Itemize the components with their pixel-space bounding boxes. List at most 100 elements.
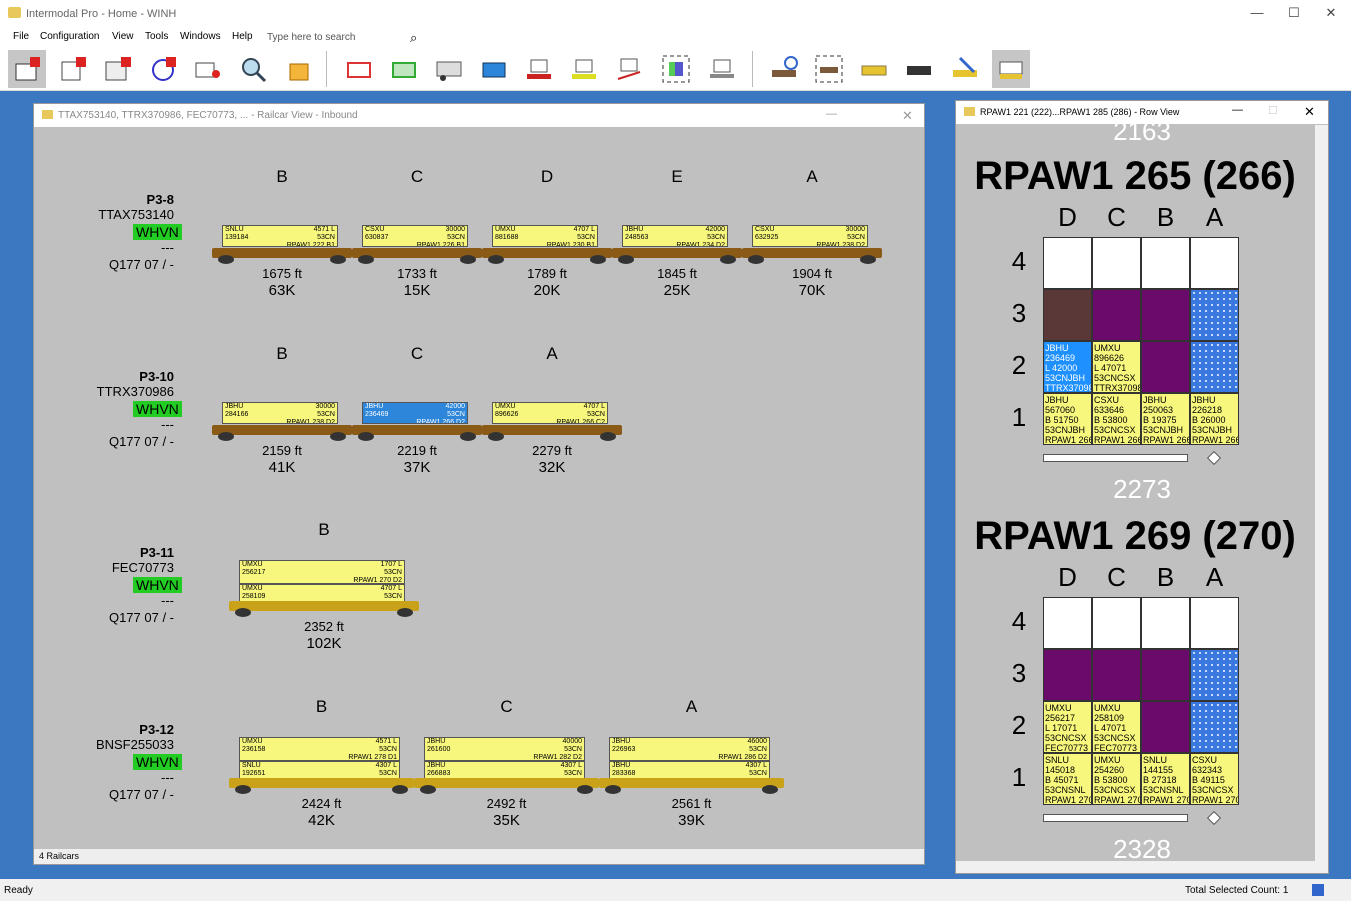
slot-cell[interactable] (1190, 237, 1239, 289)
row-view-window[interactable]: RPAW1 221 (222)...RPAW1 285 (286) - Row … (955, 100, 1329, 874)
slot-cell[interactable] (1141, 701, 1190, 753)
railcar-clock-icon[interactable] (765, 50, 803, 88)
railcar-platform[interactable] (414, 778, 599, 788)
container-yellow-icon[interactable] (565, 50, 603, 88)
slot-cell[interactable]: UMXU 896626 L 47071 53CNCSX TTRX370986 A… (1092, 341, 1141, 393)
container[interactable]: UMXU 896626 4707 L 53CN RPAW1 266 C2 (492, 402, 608, 424)
container-select-icon[interactable] (657, 50, 695, 88)
search-input[interactable]: Type here to search (263, 29, 425, 46)
container-p-icon[interactable] (8, 50, 46, 88)
container[interactable]: JBHU 226963 46000 53CN RPAW1 286 D2 (609, 737, 770, 761)
slot-cell[interactable] (1190, 649, 1239, 701)
slot-cell[interactable] (1092, 289, 1141, 341)
container[interactable]: UMXU 256217 1707 L 53CN RPAW1 270 D2 (239, 560, 405, 584)
map-pin-icon[interactable] (189, 50, 227, 88)
railcar-minimize-button[interactable]: — (826, 108, 837, 120)
track-label: P3-10 (139, 369, 174, 384)
maximize-button[interactable]: ☐ (1284, 5, 1304, 23)
container[interactable]: UMXU 881688 4707 L 53CN RPAW1 230 B1 (492, 225, 598, 247)
slot-cell[interactable] (1141, 237, 1190, 289)
railcar-select-icon[interactable] (810, 50, 848, 88)
menu-file[interactable]: File (13, 31, 29, 42)
menu-help[interactable]: Help (232, 31, 253, 42)
slot-cell[interactable] (1092, 237, 1141, 289)
wheel (488, 255, 504, 264)
wheel (358, 432, 374, 441)
menu-tools[interactable]: Tools (145, 31, 168, 42)
container[interactable]: SNLU 139184 4571 L 53CN RPAW1 222 B1 (222, 225, 338, 247)
slot-cell[interactable]: SNLU 145018 B 45071 53CNSNL RPAW1 270 D … (1043, 753, 1092, 805)
row-horizontal-scrollbar[interactable] (956, 861, 1315, 873)
slot-cell[interactable]: UMXU 254260 B 53800 53CNCSX RPAW1 270 C … (1092, 753, 1141, 805)
menu-configuration[interactable]: Configuration (40, 31, 99, 42)
railcar-p-icon[interactable] (54, 50, 92, 88)
trailer-icon[interactable] (430, 50, 468, 88)
slot-cell[interactable]: UMXU 258109 L 47071 53CNCSX FEC70773 B B (1092, 701, 1141, 753)
car-id: TTAX753140 (98, 207, 174, 222)
container-red-icon[interactable] (340, 50, 378, 88)
container-red-flat-icon[interactable] (520, 50, 558, 88)
wheel (605, 785, 621, 794)
search-icon[interactable]: ⌕ (410, 30, 417, 46)
row-maximize-button[interactable]: ☐ (1268, 104, 1278, 117)
slot-cell[interactable] (1190, 341, 1239, 393)
slot-cell[interactable] (1141, 649, 1190, 701)
chassis-icon[interactable] (703, 50, 741, 88)
menu-windows[interactable]: Windows (180, 31, 221, 42)
double-stack-p-icon[interactable] (99, 50, 137, 88)
truck-yellow-icon[interactable] (855, 50, 893, 88)
railcar-platform[interactable] (229, 778, 414, 788)
slot-cell[interactable] (1141, 597, 1190, 649)
container-stack-icon[interactable] (992, 50, 1030, 88)
slot-cell[interactable]: CSXU 632343 B 49115 53CNCSX RPAW1 270 A … (1190, 753, 1239, 805)
railcar-close-button[interactable]: ✕ (902, 108, 913, 124)
wheel (488, 432, 504, 441)
row-close-button[interactable]: ✕ (1304, 104, 1315, 120)
row-minimize-button[interactable]: — (1232, 104, 1243, 116)
minimize-button[interactable]: — (1247, 5, 1267, 23)
package-icon[interactable] (280, 50, 318, 88)
slot-cell[interactable] (1092, 649, 1141, 701)
slot-cell[interactable]: SNLU 144155 B 27318 53CNSNL RPAW1 270 B … (1141, 753, 1190, 805)
tools-icon[interactable] (946, 50, 984, 88)
slot-cell[interactable]: JBHU 567060 B 51750 53CNJBH RPAW1 266 D … (1043, 393, 1092, 445)
container-drop-icon[interactable] (610, 50, 648, 88)
slot-cell[interactable] (1092, 597, 1141, 649)
rotate-icon[interactable] (144, 50, 182, 88)
slot-cell[interactable] (1190, 701, 1239, 753)
slot-cell[interactable] (1043, 237, 1092, 289)
slot-cell[interactable]: JBHU 236469 L 42000 53CNJBH TTRX370986 C… (1043, 341, 1092, 393)
slot-cell[interactable]: JBHU 226218 B 26000 53CNJBH RPAW1 266 A … (1190, 393, 1239, 445)
diamond-icon[interactable] (1206, 450, 1222, 466)
slot-cell[interactable] (1141, 289, 1190, 341)
slot-cell[interactable] (1043, 597, 1092, 649)
slot-cell[interactable] (1141, 341, 1190, 393)
slot-cell[interactable]: UMXU 256217 L 17071 53CNCSX FEC70773 B T (1043, 701, 1092, 753)
container-blue-icon[interactable] (475, 50, 513, 88)
railcar-platform[interactable] (229, 601, 419, 611)
slot-cell[interactable]: CSXU 633646 B 53800 53CNCSX RPAW1 266 C … (1092, 393, 1141, 445)
container-green-icon[interactable] (385, 50, 423, 88)
container[interactable]: UMXU 236158 4571 L 53CN RPAW1 278 D1 (239, 737, 400, 761)
truck-black-icon[interactable] (900, 50, 938, 88)
menu-view[interactable]: View (112, 31, 134, 42)
container-id: JBHU 284166 (225, 403, 249, 418)
container[interactable]: CSXU 632925 30000 53CN RPAW1 238 D2 (752, 225, 868, 247)
diamond-icon[interactable] (1206, 810, 1222, 826)
container[interactable]: JBHU 248563 42000 53CN RPAW1 234 D2 (622, 225, 728, 247)
container-info: 4707 L 53CN (573, 226, 595, 241)
slot-cell[interactable] (1190, 289, 1239, 341)
container[interactable]: JBHU 261600 40000 53CN RPAW1 282 D2 (424, 737, 585, 761)
row-vertical-scrollbar[interactable] (1315, 125, 1328, 873)
railcar-platform[interactable] (599, 778, 784, 788)
slot-cell[interactable] (1190, 597, 1239, 649)
slot-cell[interactable] (1043, 289, 1092, 341)
slot-cell[interactable]: JBHU 250063 B 19375 53CNJBH RPAW1 266 B … (1141, 393, 1190, 445)
container[interactable]: JBHU 236469 42000 53CN RPAW1 266 D2 (362, 402, 468, 424)
close-button[interactable]: ✕ (1321, 5, 1341, 23)
slot-cell[interactable] (1043, 649, 1092, 701)
magnify-icon[interactable] (234, 50, 272, 88)
railcar-view-window[interactable]: TTAX753140, TTRX370986, FEC70773, ... - … (33, 103, 925, 865)
container[interactable]: CSXU 630837 30000 53CN RPAW1 226 B1 (362, 225, 468, 247)
container[interactable]: JBHU 284166 30000 53CN RPAW1 238 D2 (222, 402, 338, 424)
